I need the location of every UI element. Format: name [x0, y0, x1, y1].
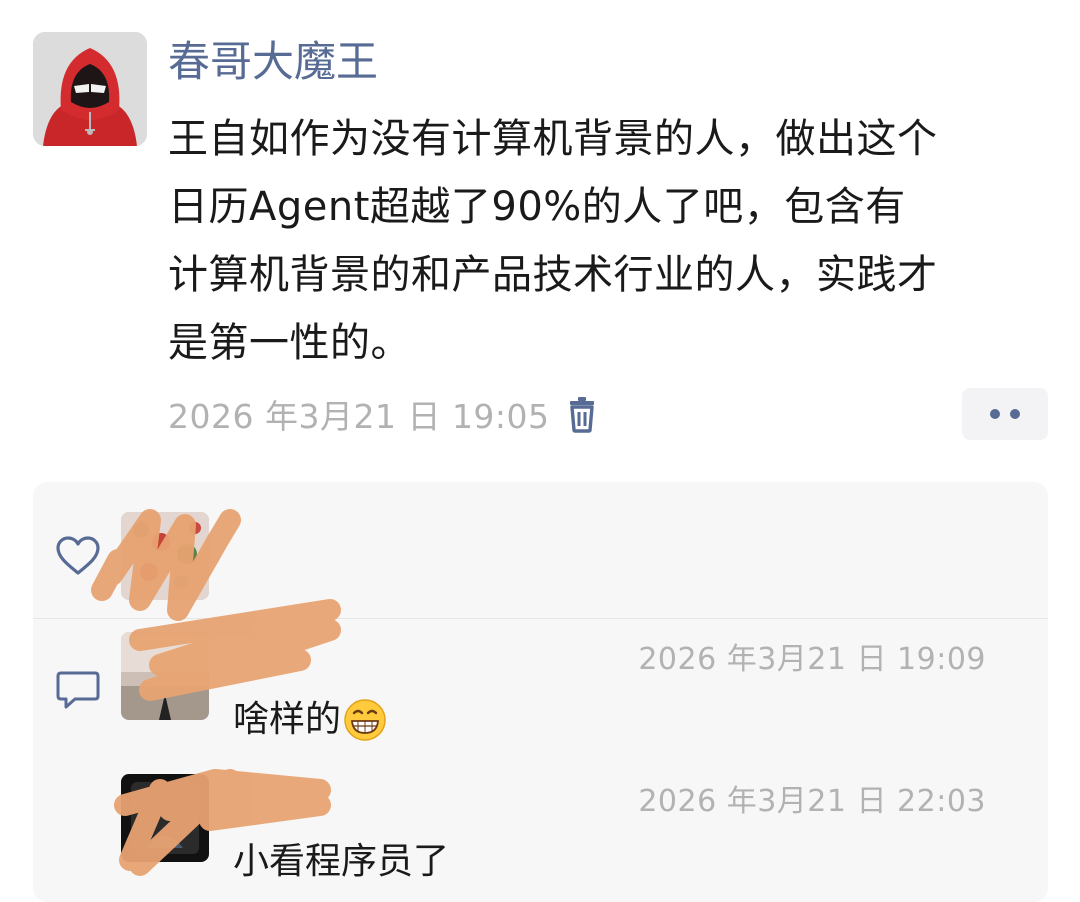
interaction-panel: 2026 年3月21 日 19:09 啥样的 2026 年3月21 日 22:0…: [33, 482, 1048, 902]
commenter-avatar-image: [121, 774, 209, 862]
comment-item: 2026 年3月21 日 22:03 小看程序员了: [121, 774, 1041, 902]
comment-body: 小看程序员了: [233, 841, 450, 882]
more-dots-icon: [990, 409, 1000, 419]
post-text-line: 日历Agent超越了90%的人了吧，包含有: [168, 184, 906, 230]
commenter-avatar[interactable]: [121, 632, 209, 720]
hooded-figure-avatar-image: [33, 32, 147, 146]
post-timestamp: 2026 年3月21 日 19:05: [168, 397, 550, 436]
post-meta: 2026 年3月21 日 19:05: [168, 388, 598, 440]
comment-text: 啥样的: [233, 696, 387, 744]
likes-row: [33, 482, 1048, 618]
comment-timestamp: 2026 年3月21 日 19:09: [638, 642, 986, 677]
post-text: 王自如作为没有计算机背景的人，做出这个 日历Agent超越了90%的人了吧，包含…: [168, 105, 1060, 377]
post-text-line: 是第一性的。: [168, 320, 411, 366]
divider: [33, 618, 1048, 619]
liker-avatar-image: [121, 512, 209, 600]
comment-item: 2026 年3月21 日 19:09 啥样的: [121, 632, 1041, 762]
comment-bubble-icon: [56, 671, 100, 709]
comment-timestamp: 2026 年3月21 日 22:03: [638, 784, 986, 819]
commenter-avatar-image: [121, 632, 209, 720]
commenter-avatar[interactable]: [121, 774, 209, 862]
author-name[interactable]: 春哥大魔王: [168, 32, 378, 92]
post-text-line: 计算机背景的和产品技术行业的人，实践才: [168, 252, 938, 298]
author-avatar[interactable]: [33, 32, 147, 146]
trash-icon: [569, 397, 594, 433]
post-text-line: 王自如作为没有计算机背景的人，做出这个: [168, 116, 938, 162]
liker-avatar[interactable]: [121, 512, 209, 600]
delete-button[interactable]: [566, 395, 598, 433]
more-dots-icon: [1010, 409, 1020, 419]
more-button[interactable]: [962, 388, 1048, 440]
heart-icon: [56, 536, 100, 575]
comment-text: 小看程序员了: [233, 838, 449, 886]
grinning-face-emoji-icon: [344, 699, 386, 741]
comment-body: 啥样的: [233, 699, 342, 740]
